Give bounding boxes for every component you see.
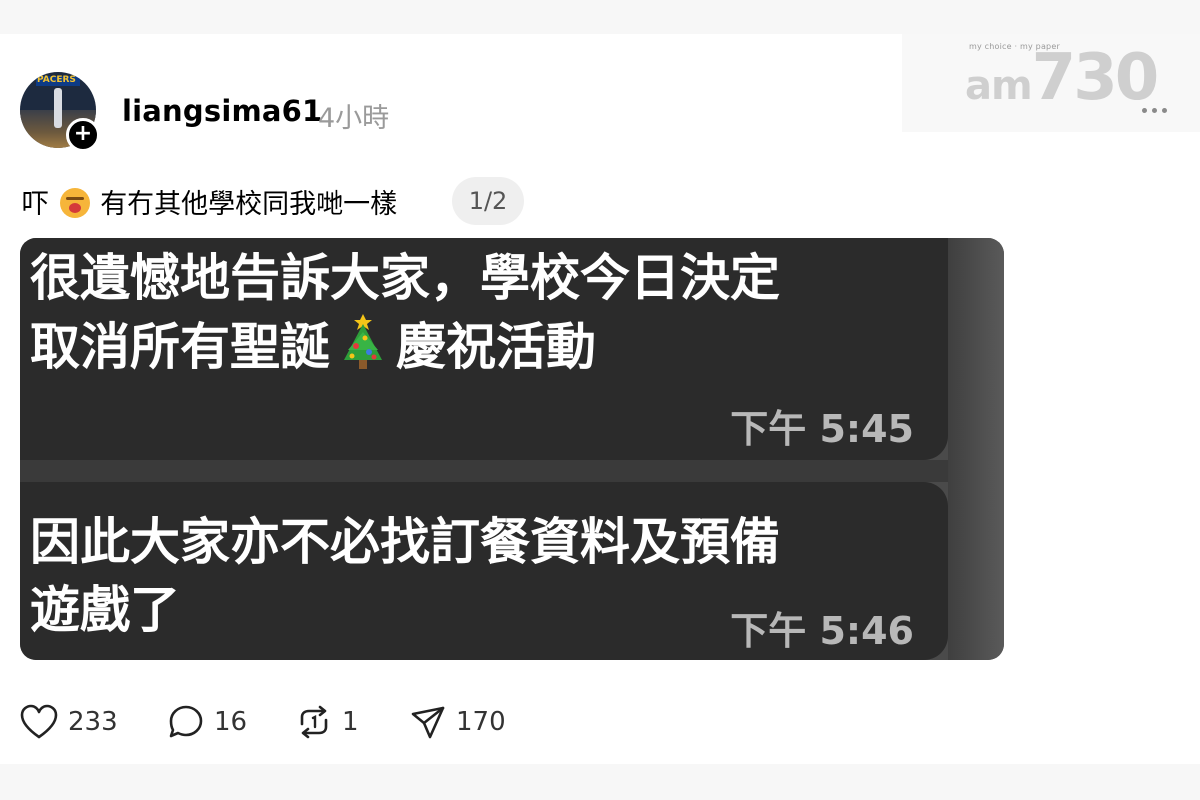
anguished-face-icon — [59, 188, 90, 218]
repost-button[interactable]: 1 — [296, 700, 359, 744]
message-1-line-2: 取消所有聖誕 慶祝活動 — [30, 312, 596, 381]
like-count: 233 — [68, 707, 118, 737]
post-caption: 吓 有冇其他學校同我哋一樣 — [22, 182, 397, 221]
follow-plus-icon[interactable]: + — [66, 118, 100, 152]
heart-icon — [20, 704, 58, 739]
bottom-gap — [0, 764, 1200, 800]
message-bubble-1: 很遺憾地告訴大家，學校今日決定 取消所有聖誕 慶祝活動 下午 5:45 — [20, 238, 948, 460]
share-count: 170 — [456, 707, 506, 737]
share-button[interactable]: 170 — [410, 700, 506, 744]
message-2-time: 下午 5:46 — [730, 609, 914, 653]
message-bubble-2: 因此大家亦不必找訂餐資料及預備 遊戲了 下午 5:46 — [20, 482, 948, 660]
christmas-tree-icon — [344, 314, 382, 369]
message-1-line-1: 很遺憾地告訴大家，學校今日決定 — [30, 249, 780, 307]
watermark-logo: my choice · my paper am730 — [965, 36, 1159, 110]
message-1-line-2-end: 慶祝活動 — [396, 318, 596, 376]
caption-text: 有冇其他學校同我哋一樣 — [100, 189, 398, 220]
post-timestamp: 4小時 — [318, 103, 390, 134]
message-1-time: 下午 5:45 — [730, 407, 914, 451]
watermark-brand: am730 — [965, 46, 1159, 110]
caption-text-start: 吓 — [22, 189, 49, 220]
comment-bubble-icon — [169, 705, 203, 738]
image-pager-badge: 1/2 — [452, 177, 524, 225]
watermark-brand-number: 730 — [1031, 41, 1160, 115]
username[interactable]: liangsima61 — [122, 94, 322, 128]
message-2-line-1: 因此大家亦不必找訂餐資料及預備 — [30, 513, 780, 571]
more-dots-icon[interactable] — [1142, 104, 1172, 116]
watermark-brand-prefix: am — [965, 63, 1033, 109]
top-gap — [0, 0, 1200, 34]
repost-count: 1 — [342, 707, 359, 737]
avatar-text: PACERS — [37, 75, 76, 85]
repost-icon — [300, 705, 328, 739]
message-2-line-2: 遊戲了 — [30, 581, 180, 639]
comment-count: 16 — [214, 707, 248, 737]
send-icon — [411, 706, 445, 739]
message-1-line-2-start: 取消所有聖誕 — [30, 318, 330, 376]
comment-button[interactable]: 16 — [168, 700, 247, 744]
post-image[interactable]: 很遺憾地告訴大家，學校今日決定 取消所有聖誕 慶祝活動 下午 5:45 因此大家… — [20, 238, 1004, 660]
like-button[interactable]: 233 — [20, 700, 118, 744]
